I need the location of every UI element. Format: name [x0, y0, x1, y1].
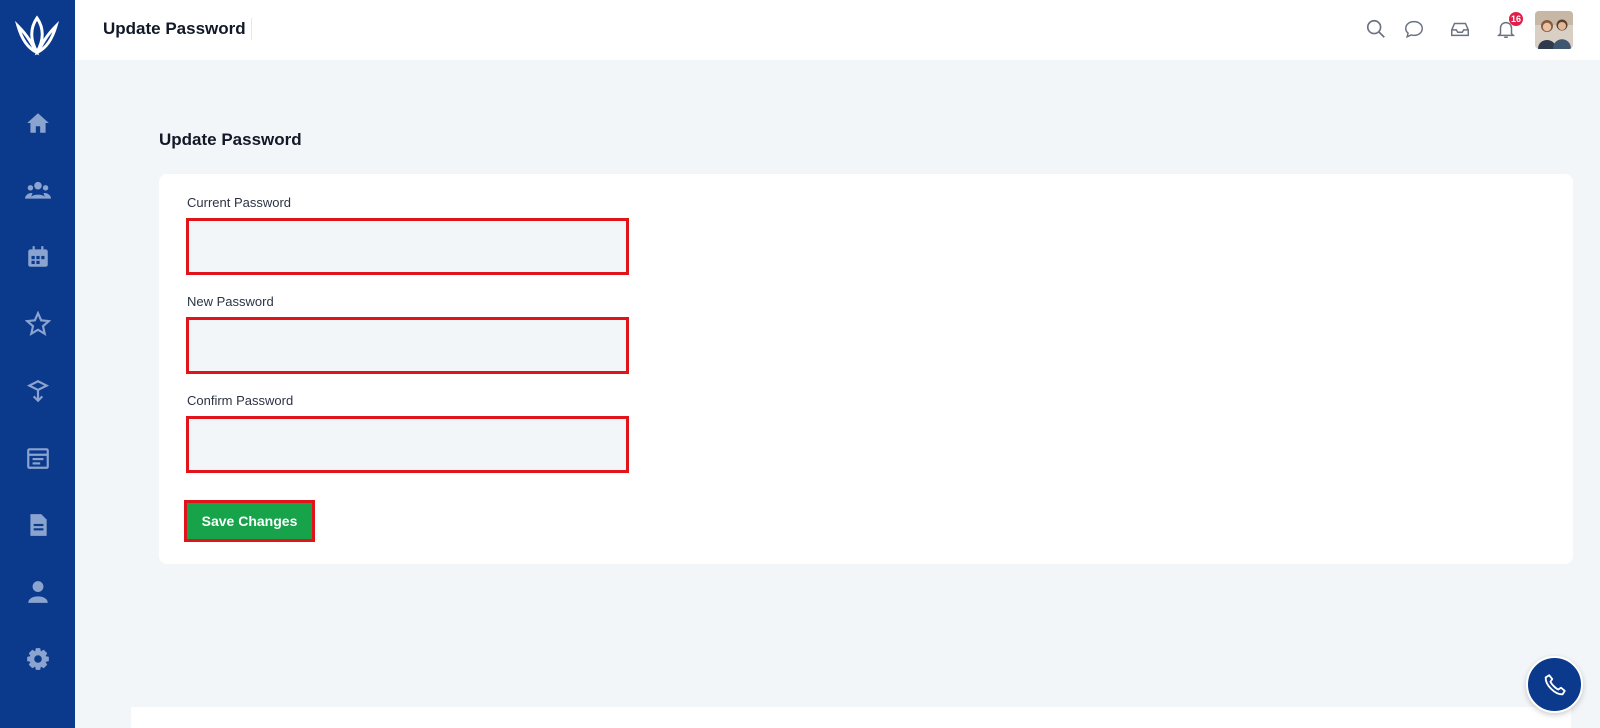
new-password-label: New Password — [187, 294, 274, 309]
topbar: Update Password 16 — [75, 0, 1600, 60]
calendar-icon — [27, 246, 48, 267]
header-divider — [251, 18, 252, 40]
chat-button[interactable] — [1401, 16, 1427, 42]
new-password-field[interactable] — [186, 317, 629, 374]
sidebar-item-schedule[interactable] — [0, 436, 75, 480]
notifications-button[interactable]: 16 — [1493, 12, 1524, 42]
search-button[interactable] — [1363, 16, 1389, 42]
notification-badge: 16 — [1509, 12, 1524, 26]
sidebar — [0, 0, 75, 728]
calendar-list-icon — [26, 448, 49, 469]
sidebar-item-settings[interactable] — [0, 637, 75, 681]
confirm-password-field[interactable] — [186, 416, 629, 473]
phone-icon — [1544, 673, 1566, 695]
update-password-card: Current Password New Password Confirm Pa… — [159, 174, 1573, 564]
chat-icon — [1405, 20, 1423, 39]
sidebar-item-users[interactable] — [0, 168, 75, 212]
sidebar-item-home[interactable] — [0, 101, 75, 145]
users-icon — [24, 181, 51, 199]
header-title: Update Password — [103, 19, 246, 38]
footer — [131, 707, 1571, 728]
user-icon — [27, 581, 48, 603]
confirm-password-label: Confirm Password — [187, 393, 294, 408]
home-icon — [26, 113, 49, 133]
inbox-button[interactable] — [1447, 16, 1473, 42]
sidebar-item-profile[interactable] — [0, 570, 75, 614]
logo[interactable] — [14, 14, 60, 56]
sidebar-item-favorites[interactable] — [0, 302, 75, 346]
search-icon — [1366, 19, 1385, 38]
document-icon — [29, 514, 47, 536]
star-icon — [24, 311, 51, 336]
call-button[interactable] — [1526, 656, 1583, 713]
current-password-label: Current Password — [187, 195, 292, 210]
inbox-icon — [1451, 22, 1469, 37]
page-title: Update Password — [159, 130, 302, 149]
avatar[interactable] — [1535, 11, 1573, 49]
sidebar-item-documents[interactable] — [0, 503, 75, 547]
sidebar-item-calendar[interactable] — [0, 235, 75, 279]
box-icon — [26, 380, 49, 403]
current-password-field[interactable] — [186, 218, 629, 275]
gear-icon — [26, 648, 49, 670]
sidebar-item-packages[interactable] — [0, 369, 75, 413]
save-button[interactable]: Save Changes — [184, 500, 315, 542]
